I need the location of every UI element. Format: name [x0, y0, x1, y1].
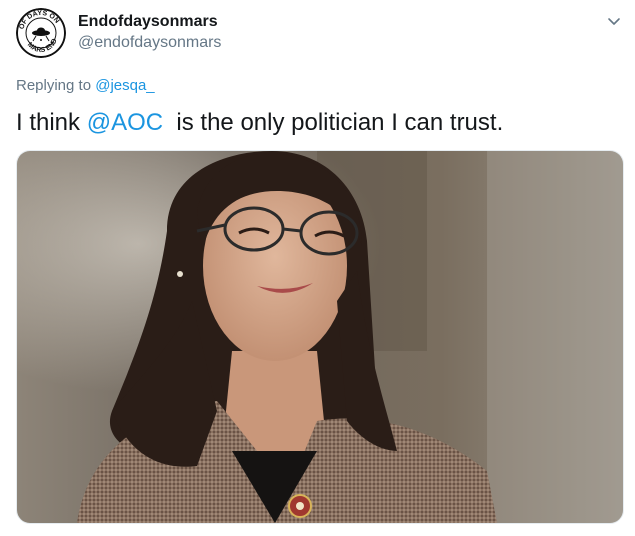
- mention-link[interactable]: @AOC: [87, 109, 163, 136]
- replying-to: Replying to @jesqa_: [16, 76, 155, 96]
- photo-image: [17, 151, 623, 523]
- display-name[interactable]: Endofdaysonmars: [78, 12, 218, 32]
- replying-to-link[interactable]: @jesqa_: [95, 77, 154, 94]
- chevron-down-icon: [608, 18, 620, 25]
- tweet-text: I think @AOC is the only politician I ca…: [16, 108, 503, 138]
- user-handle[interactable]: @endofdaysonmars: [78, 33, 221, 53]
- tweet-text-start: I think: [16, 109, 87, 136]
- replying-to-label: Replying to: [16, 77, 92, 94]
- tweet-photo[interactable]: [16, 150, 624, 524]
- avatar-logo-icon: OF DAYS ON MARS END: [16, 8, 66, 58]
- tweet-text-end: is the only politician I can trust.: [163, 109, 504, 136]
- avatar[interactable]: OF DAYS ON MARS END: [16, 8, 66, 58]
- tweet-menu-button[interactable]: [603, 10, 625, 32]
